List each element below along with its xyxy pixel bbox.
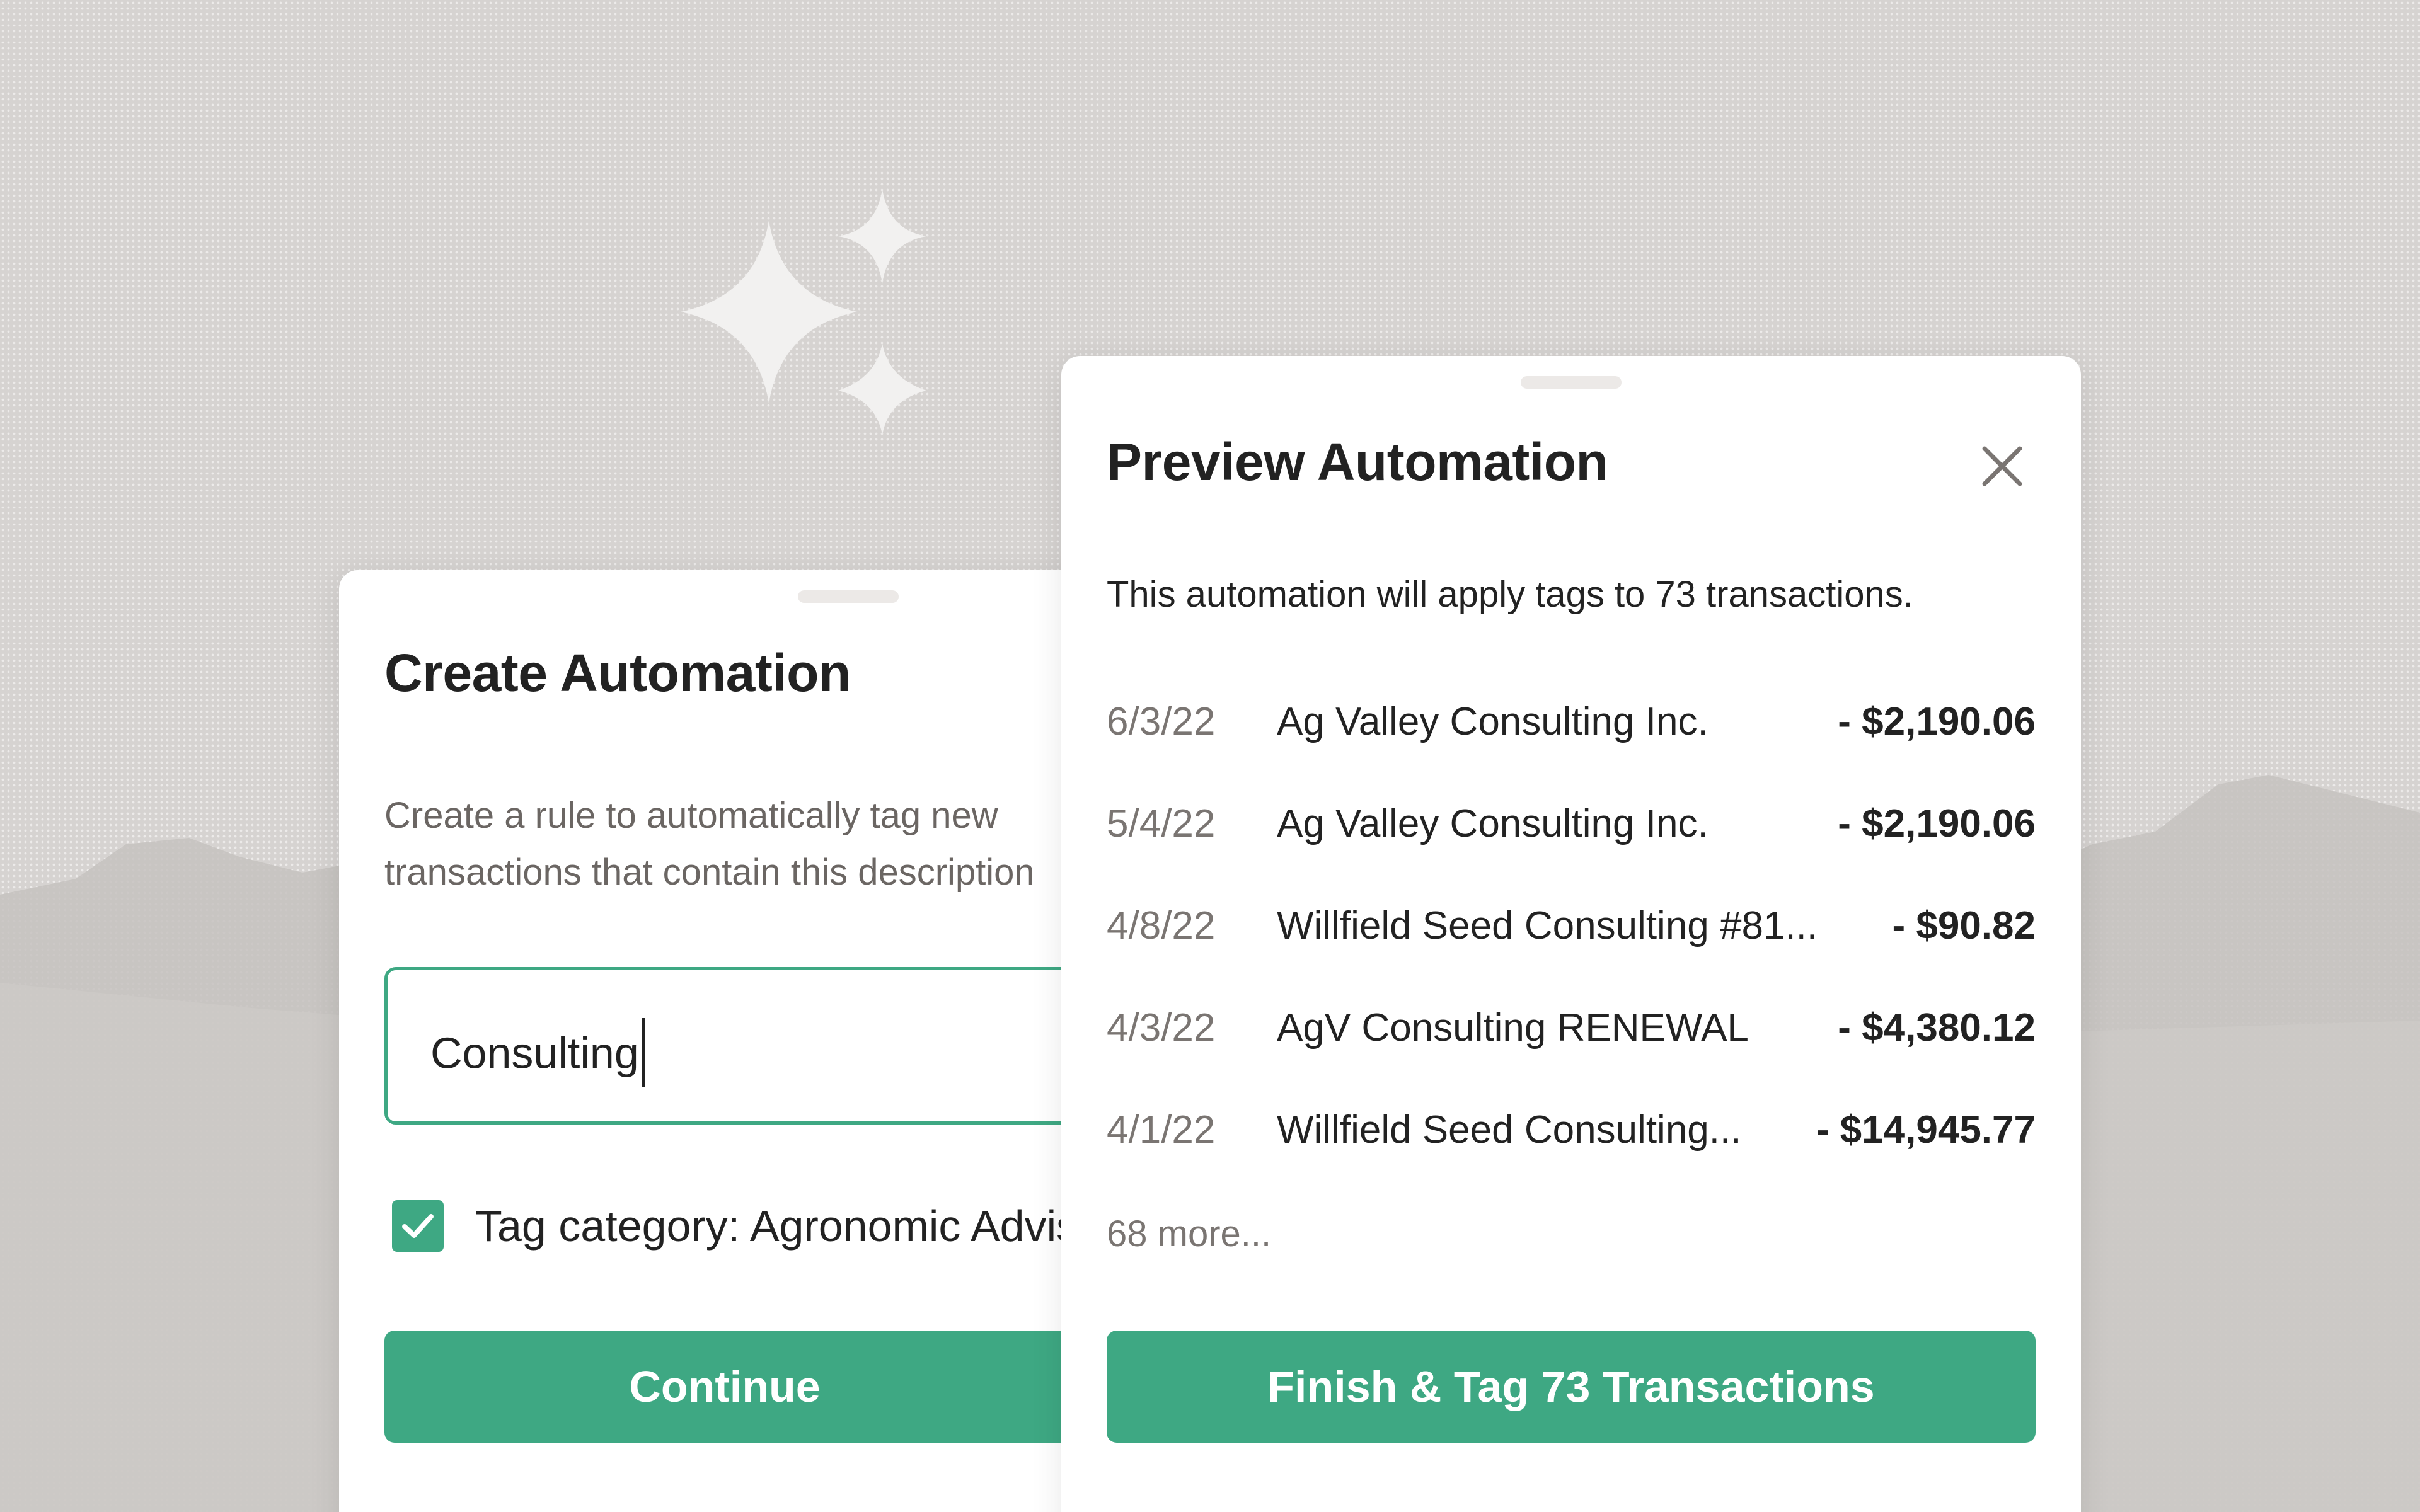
- description-line: transactions that contain this descripti…: [384, 852, 1035, 893]
- transaction-name: Ag Valley Consulting Inc.: [1277, 700, 1708, 743]
- transaction-name: AgV Consulting RENEWAL: [1277, 1006, 1749, 1050]
- close-icon[interactable]: [1977, 441, 2027, 491]
- checkbox[interactable]: [392, 1200, 444, 1252]
- create-automation-card: Create Automation Create a rule to autom…: [339, 570, 1083, 1512]
- transaction-row: 4/3/22 AgV Consulting RENEWAL - $4,380.1…: [1107, 1005, 2036, 1068]
- input-text: Consulting: [430, 1028, 639, 1078]
- more-transactions-link[interactable]: 68 more...: [1107, 1213, 1271, 1255]
- text-caret: [641, 1018, 645, 1087]
- card-title: Create Automation: [384, 643, 851, 702]
- transaction-amount: - $4,380.12: [1838, 1006, 2036, 1050]
- drag-handle[interactable]: [1521, 376, 1622, 389]
- preview-summary: This automation will apply tags to 73 tr…: [1107, 574, 1913, 615]
- description-line: Create a rule to automatically tag new: [384, 795, 998, 836]
- preview-automation-card: Preview Automation This automation will …: [1061, 356, 2081, 1512]
- finish-tag-button[interactable]: Finish & Tag 73 Transactions: [1107, 1331, 2036, 1443]
- background-canvas: Create Automation Create a rule to autom…: [0, 0, 2420, 1512]
- transaction-row: 5/4/22 Ag Valley Consulting Inc. - $2,19…: [1107, 801, 2036, 864]
- card-title: Preview Automation: [1107, 432, 1608, 491]
- checkbox-label: Tag category: Agronomic Advisory: [475, 1201, 1083, 1251]
- transaction-row: 4/8/22 Willfield Seed Consulting #81... …: [1107, 903, 2036, 966]
- transaction-amount: - $2,190.06: [1838, 700, 2036, 743]
- sparkles-icon: [681, 189, 926, 435]
- transaction-amount: - $90.82: [1892, 904, 2036, 948]
- transaction-row: 6/3/22 Ag Valley Consulting Inc. - $2,19…: [1107, 699, 2036, 762]
- continue-button[interactable]: Continue: [384, 1331, 1083, 1443]
- transaction-name: Willfield Seed Consulting...: [1277, 1108, 1742, 1152]
- transaction-date: 5/4/22: [1107, 802, 1216, 845]
- drag-handle[interactable]: [798, 590, 899, 603]
- transaction-name: Willfield Seed Consulting #81...: [1277, 904, 1818, 948]
- card-description: Create a rule to automatically tag new t…: [384, 788, 1083, 901]
- transaction-row: 4/1/22 Willfield Seed Consulting... - $1…: [1107, 1108, 2036, 1171]
- transaction-date: 6/3/22: [1107, 700, 1216, 743]
- transaction-name: Ag Valley Consulting Inc.: [1277, 802, 1708, 845]
- transaction-date: 4/8/22: [1107, 904, 1216, 948]
- transaction-amount: - $14,945.77: [1816, 1108, 2036, 1152]
- transaction-amount: - $2,190.06: [1838, 802, 2036, 845]
- input-value: Consulting: [430, 1018, 645, 1091]
- transaction-date: 4/1/22: [1107, 1108, 1216, 1152]
- description-input[interactable]: Consulting: [384, 967, 1083, 1125]
- transaction-date: 4/3/22: [1107, 1006, 1216, 1050]
- checkmark-icon: [402, 1214, 434, 1238]
